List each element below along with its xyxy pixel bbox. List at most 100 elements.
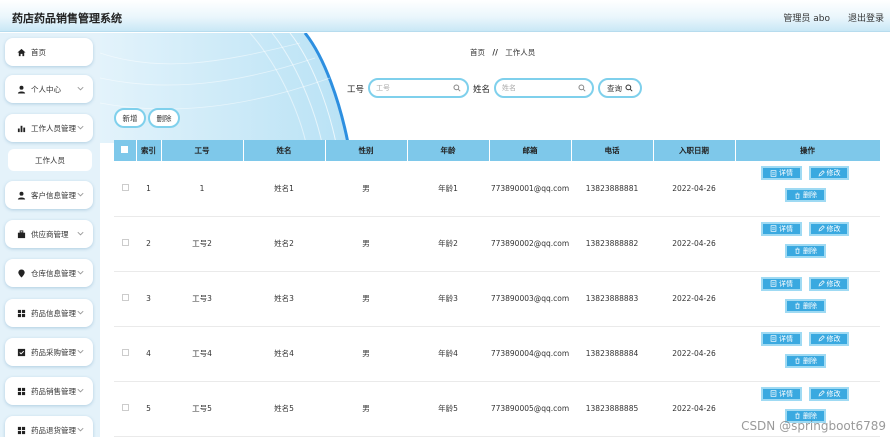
row-checkbox[interactable] [121, 183, 129, 191]
table-header-row: 索引 工号 姓名 性别 年龄 邮箱 电话 入职日期 操作 [114, 140, 881, 161]
user-icon [16, 190, 26, 200]
detail-icon [770, 280, 777, 287]
cell-ops: 详情 修改 删除 [735, 161, 880, 217]
select-all-checkbox[interactable] [121, 146, 129, 153]
staff-no-input[interactable]: 工号 [368, 78, 469, 98]
cell-hire-date: 2022-04-26 [653, 271, 735, 327]
detail-button[interactable]: 详情 [761, 331, 802, 346]
row-checkbox[interactable] [121, 294, 129, 301]
sidebar-subitem-staff[interactable]: 工作人员 [8, 149, 92, 171]
edit-button[interactable]: 修改 [809, 276, 849, 291]
chevron-down-icon [77, 270, 84, 275]
cell-index: 1 [136, 161, 161, 217]
row-select-cell[interactable] [114, 216, 136, 272]
cell-gender: 男 [325, 326, 407, 382]
cell-name: 姓名4 [243, 326, 325, 382]
cell-gender: 男 [325, 216, 407, 272]
sidebar-item-drug-return[interactable]: 药品退货管理 [5, 416, 93, 437]
logout-link[interactable]: 退出登录 [848, 11, 884, 24]
column-header: 工号 [161, 140, 244, 161]
edit-icon [818, 225, 825, 232]
sidebar-item-personal-center[interactable]: 个人中心 [5, 75, 93, 103]
cell-staff-no: 工号2 [161, 216, 243, 272]
cell-gender: 男 [325, 381, 407, 437]
cell-phone: 13823888884 [571, 326, 653, 382]
detail-icon [770, 225, 777, 232]
bar-chart-icon [16, 123, 26, 133]
name-input[interactable]: 姓名 [494, 78, 594, 98]
edit-button[interactable]: 修改 [809, 221, 849, 236]
row-checkbox[interactable] [121, 404, 129, 411]
staff-table: 索引 工号 姓名 性别 年龄 邮箱 电话 入职日期 操作 1 1 姓名1 男年龄1 77… [114, 140, 881, 437]
sidebar-item-staff-management[interactable]: 工作人员管理 [5, 114, 93, 142]
batch-delete-button[interactable]: 删除 [148, 108, 180, 128]
detail-button[interactable]: 详情 [761, 166, 802, 181]
grid-icon [16, 386, 26, 396]
table-row: 4 工号4 姓名4 男年龄4 773890004@qq.com 13823888884 20… [114, 326, 880, 382]
sidebar-item-warehouse[interactable]: 仓库信息管理 [5, 259, 93, 287]
breadcrumb: 首页 // 工作人员 [470, 47, 535, 58]
edit-button[interactable]: 修改 [809, 166, 849, 181]
edit-button[interactable]: 修改 [809, 386, 849, 401]
row-select-cell[interactable] [114, 381, 136, 437]
detail-button[interactable]: 详情 [761, 276, 802, 291]
cell-email: 773890001@qq.com [489, 161, 571, 217]
sidebar-item-label: 药品采购管理 [31, 347, 76, 357]
grid-icon [16, 425, 26, 435]
column-header: 操作 [735, 140, 881, 161]
cell-phone: 13823888883 [571, 271, 653, 327]
cell-name: 姓名1 [243, 161, 325, 217]
cell-age: 年龄2 [407, 216, 489, 272]
cell-age: 年龄1 [407, 161, 489, 217]
cell-email: 773890002@qq.com [489, 216, 571, 272]
detail-button[interactable]: 详情 [761, 221, 802, 236]
sidebar-item-customer-info[interactable]: 客户信息管理 [5, 181, 93, 209]
breadcrumb-home[interactable]: 首页 [470, 48, 485, 57]
column-header: 索引 [136, 140, 162, 161]
sidebar-item-drug-purchase[interactable]: 药品采购管理 [5, 338, 93, 366]
sidebar-item-drug-sales[interactable]: 药品销售管理 [5, 377, 93, 405]
sidebar-item-supplier[interactable]: 供应商管理 [5, 220, 93, 248]
query-button[interactable]: 查询 [598, 78, 642, 98]
delete-button[interactable]: 删除 [785, 188, 826, 203]
checkbox-icon [16, 347, 26, 357]
row-checkbox[interactable] [121, 239, 129, 246]
sidebar-item-label: 供应商管理 [31, 229, 69, 239]
table-row: 3 工号3 姓名3 男年龄3 773890003@qq.com 13823888883 20… [114, 271, 880, 327]
cell-phone: 13823888885 [571, 381, 653, 437]
trash-icon [795, 192, 800, 199]
sidebar-item-label: 药品销售管理 [31, 386, 76, 396]
cell-email: 773890004@qq.com [489, 326, 571, 382]
row-checkbox[interactable] [121, 349, 129, 356]
chevron-down-icon [77, 86, 84, 91]
select-all-cell[interactable] [114, 140, 137, 161]
staff-no-label: 工号 [347, 85, 365, 95]
sidebar-item-home[interactable]: 首页 [5, 38, 93, 66]
edit-icon [818, 169, 825, 177]
row-select-cell[interactable] [114, 161, 136, 217]
search-icon [578, 84, 586, 92]
cell-age: 年龄5 [407, 381, 489, 437]
sidebar-item-label: 药品信息管理 [31, 308, 76, 318]
cell-gender: 男 [325, 271, 407, 327]
column-header: 姓名 [243, 140, 326, 161]
delete-button[interactable]: 删除 [785, 298, 826, 313]
admin-label: 管理员 abo [783, 14, 830, 24]
breadcrumb-separator: // [492, 48, 498, 57]
sidebar-item-drug-info[interactable]: 药品信息管理 [5, 299, 93, 327]
row-select-cell[interactable] [114, 271, 136, 327]
cell-hire-date: 2022-04-26 [653, 381, 735, 437]
row-select-cell[interactable] [114, 326, 136, 382]
add-button[interactable]: 新增 [114, 108, 146, 128]
main-content: 首页 // 工作人员 工号 工号 姓名 姓名 查询 新增 删除 索引 工号 姓名… [100, 33, 890, 437]
delete-button[interactable]: 删除 [785, 353, 826, 368]
edit-button[interactable]: 修改 [809, 331, 849, 346]
column-header: 邮箱 [489, 140, 572, 161]
cell-hire-date: 2022-04-26 [653, 161, 735, 217]
delete-button[interactable]: 删除 [785, 243, 826, 258]
detail-button[interactable]: 详情 [761, 386, 802, 401]
chevron-down-icon [77, 427, 84, 432]
table-row: 2 工号2 姓名2 男年龄2 773890002@qq.com 13823888882 20… [114, 216, 880, 272]
column-header: 电话 [571, 140, 654, 161]
app-title: 药店药品销售管理系统 [12, 12, 122, 25]
